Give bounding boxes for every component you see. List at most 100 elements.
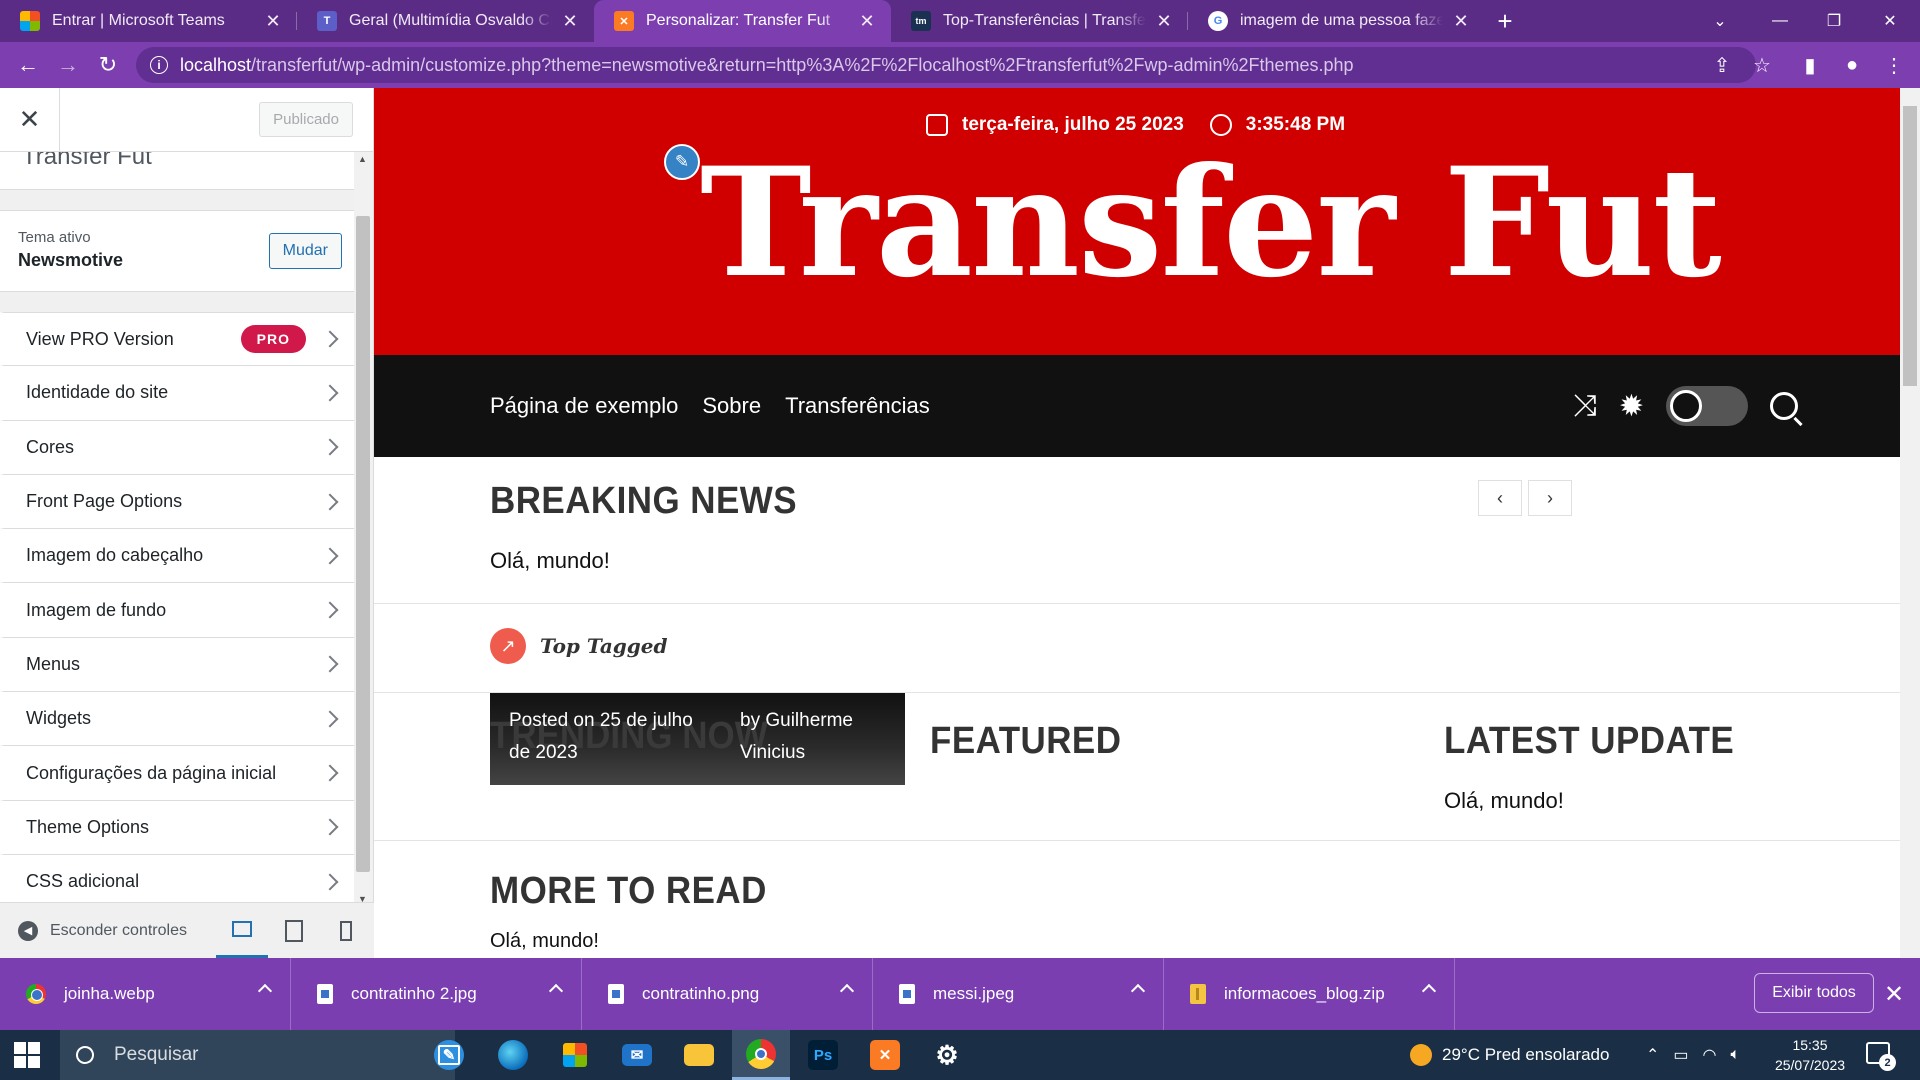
section-label: Theme Options [26,816,150,837]
minimize-button[interactable]: — [1752,0,1808,42]
wifi-icon[interactable]: ◠ [1703,1045,1717,1065]
show-all-downloads-button[interactable]: Exibir todos [1754,973,1874,1013]
download-item[interactable]: informacoes_blog.zip [1164,958,1455,1030]
preview-scrollbar[interactable] [1900,88,1920,958]
latest-update-post[interactable]: Olá, mundo! [1444,788,1564,814]
slider-prev-button[interactable]: ‹ [1478,480,1522,516]
xampp-icon[interactable]: ✕ [856,1030,914,1080]
scroll-up-icon[interactable]: ▲ [358,154,367,164]
browser-tab[interactable]: T Geral (Multimídia Osvaldo Cruz T ✕ [297,0,594,42]
section-front-page-options[interactable]: Front Page Options [0,474,354,530]
file-explorer-icon[interactable] [670,1030,728,1080]
section-site-identity[interactable]: Identidade do site [0,366,354,421]
section-colors[interactable]: Cores [0,420,354,475]
more-to-read-title: MORE TO READ [490,870,767,912]
nav-item-about[interactable]: Sobre [702,393,761,419]
site-info-icon[interactable]: i [150,56,168,74]
close-tab-icon[interactable]: ✕ [560,11,580,32]
chevron-up-icon[interactable] [1421,983,1437,999]
volume-icon[interactable]: 🔈︎ [1731,1046,1741,1064]
close-tab-icon[interactable]: ✕ [1154,11,1174,32]
nav-item-example-page[interactable]: Página de exemplo [490,393,678,419]
section-header-image[interactable]: Imagem do cabeçalho [0,529,354,584]
tablet-preview-button[interactable] [268,903,320,959]
store-icon[interactable] [546,1030,604,1080]
chrome-icon[interactable] [732,1030,790,1080]
post-author[interactable]: by Guilherme Vinicius [740,705,890,769]
new-tab-button[interactable]: + [1485,0,1525,42]
browser-tab[interactable]: G imagem de uma pessoa fazendo ✕ [1188,0,1485,42]
section-theme-options[interactable]: Theme Options [0,800,354,855]
close-tab-icon[interactable]: ✕ [263,11,283,32]
chevron-up-icon[interactable] [548,983,564,999]
profile-icon[interactable]: ● [1834,47,1870,83]
section-menus[interactable]: Menus [0,637,354,693]
browser-tab-active[interactable]: ✕ Personalizar: Transfer Fut ✕ [594,0,891,42]
tab-search-icon[interactable]: ⌄ [1692,0,1748,42]
address-bar[interactable]: i localhost/transferfut/wp-admin/customi… [136,47,1756,83]
desktop-preview-button[interactable] [216,903,268,959]
mail-icon[interactable]: ✉ [608,1030,666,1080]
chevron-right-icon [321,601,339,619]
settings-icon[interactable]: ⚙ [918,1030,976,1080]
dark-mode-toggle[interactable] [1666,386,1748,426]
bookmark-star-icon[interactable]: ☆ [1744,47,1780,83]
search-icon[interactable] [1770,392,1798,420]
slider-next-button[interactable]: › [1528,480,1572,516]
photoshop-icon[interactable]: Ps [794,1030,852,1080]
share-icon[interactable]: ⇪ [1704,47,1740,83]
scrollbar-thumb[interactable] [356,216,370,872]
weather-widget[interactable]: 29°C Pred ensolarado [1410,1030,1609,1080]
chevron-up-icon[interactable] [257,983,273,999]
section-widgets[interactable]: Widgets [0,692,354,747]
breaking-news-post[interactable]: Olá, mundo! [490,548,610,574]
browser-tab[interactable]: Entrar | Microsoft Teams ✕ [0,0,297,42]
edge-icon[interactable] [484,1030,542,1080]
download-item[interactable]: messi.jpeg [873,958,1164,1030]
close-downloads-icon[interactable]: ✕ [1884,980,1904,1009]
restore-button[interactable]: ❐ [1806,0,1862,42]
sidebar-scrollbar[interactable]: ▲ ▼ [354,152,372,906]
mobile-preview-button[interactable] [320,903,372,959]
download-filename: informacoes_blog.zip [1224,984,1385,1003]
back-icon[interactable]: ← [8,45,48,85]
windows-start-icon[interactable] [14,1042,40,1068]
download-item[interactable]: joinha.webp [0,958,291,1030]
change-theme-button[interactable]: Mudar [268,233,342,269]
notifications-icon[interactable]: 2 [1866,1042,1896,1071]
section-homepage-settings[interactable]: Configurações da página inicial [0,746,354,801]
section-label: Front Page Options [26,491,183,512]
divider [374,840,1900,841]
section-background-image[interactable]: Imagem de fundo [0,583,354,638]
side-panel-icon[interactable]: ▮ [1792,47,1828,83]
scrollbar-thumb[interactable] [1903,106,1917,386]
site-title[interactable]: Transfer Fut [700,148,1722,298]
menu-icon[interactable]: ⋮ [1876,47,1912,83]
chevron-up-icon[interactable] [1130,983,1146,999]
publish-button[interactable]: Publicado [259,102,353,137]
chevron-up-icon[interactable]: ⌃ [1646,1045,1659,1065]
hide-controls-button[interactable]: ◀ Esconder controles [0,920,216,941]
nav-item-transfers[interactable]: Transferências [785,393,930,419]
chevron-up-icon[interactable] [839,983,855,999]
forward-icon[interactable]: → [48,45,88,85]
taskbar-clock[interactable]: 15:35 25/07/2023 [1770,1035,1850,1075]
download-item[interactable]: contratinho 2.jpg [291,958,582,1030]
edit-shortcut-pencil-icon[interactable]: ✎ [664,144,700,180]
close-tab-icon[interactable]: ✕ [1451,11,1471,32]
browser-tab[interactable]: tm Top-Transferências | Transfermark ✕ [891,0,1188,42]
close-tab-icon[interactable]: ✕ [857,11,877,32]
download-filename: messi.jpeg [933,984,1015,1003]
battery-icon[interactable]: ▭ [1673,1045,1688,1065]
section-additional-css[interactable]: CSS adicional [0,854,354,906]
reload-icon[interactable]: ↻ [88,45,128,85]
download-item[interactable]: contratinho.png [582,958,873,1030]
close-window-button[interactable]: ✕ [1862,0,1918,42]
close-customizer-icon[interactable]: ✕ [0,87,60,152]
more-to-read-post[interactable]: Olá, mundo! [490,930,599,953]
section-view-pro[interactable]: View PRO Version PRO [0,312,354,367]
trending-post-card[interactable]: TRENDING NOW Posted on 25 de julho de 20… [490,693,905,785]
taskbar-search[interactable]: Pesquisar [60,1030,455,1080]
shuffle-icon[interactable]: ⤨ [1573,389,1597,423]
task-view-icon[interactable] [420,1030,478,1080]
